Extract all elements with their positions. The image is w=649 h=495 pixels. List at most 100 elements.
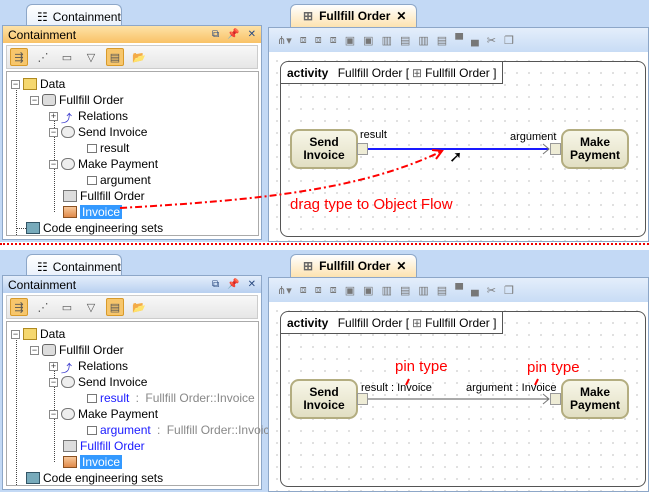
open-folder-icon[interactable]: 📂 [130,48,148,66]
layout-icon[interactable]: ⋔▾ [277,284,292,297]
layout-icon[interactable]: ⋔▾ [277,34,292,47]
pin-label-argument: argument : Invoice [466,382,557,394]
tree-item-code-engineering-sets[interactable]: Code engineering sets [26,220,163,236]
action-make-payment[interactable]: Make Payment [561,379,629,419]
tree-item-fullfill-order-diagram[interactable]: Fullfill Order [63,438,145,454]
tree-item-fullfill-order-diagram[interactable]: Fullfill Order [63,188,145,204]
pin-icon[interactable]: 📌 [227,29,239,40]
tree-item-data[interactable]: − Data [11,326,65,342]
tree-item-code-engineering-sets[interactable]: Code engineering sets [26,470,163,486]
tree-item-data[interactable]: − Data [11,76,65,92]
close-icon[interactable]: ✕ [248,29,256,40]
tree-item-send-invoice[interactable]: − Send Invoice [49,124,147,140]
drag-cursor-icon: ➚ [449,149,463,166]
diagram-canvas[interactable]: activity Fullfill Order [⊞ Fullfill Order… [271,305,648,491]
align-icon[interactable]: ▥ [418,34,428,47]
expand-tree-icon[interactable]: ⇶ [10,298,28,316]
align-icon[interactable]: ⧈ [300,34,307,47]
tree-item-result[interactable]: result [87,140,129,156]
align-icon[interactable]: ▣ [345,34,355,47]
align-icon[interactable]: ⧈ [330,284,337,297]
align-icon[interactable]: ▥ [382,34,392,47]
output-pin-result[interactable] [357,393,368,405]
copy-icon[interactable]: ❐ [504,34,514,47]
tree-item-make-payment[interactable]: − Make Payment [49,156,158,172]
show-auxiliary-icon[interactable]: ▤ [106,298,124,316]
tree-item-invoice[interactable]: Invoice [63,454,123,470]
pin-icon[interactable]: 📌 [227,279,239,290]
tree-item-relations[interactable]: + ⤴ Relations [49,108,128,125]
tree-item-fullfill-order[interactable]: − Fullfill Order [30,92,124,108]
diagram-canvas[interactable]: activity Fullfill Order [⊞ Fullfill Order… [271,55,648,241]
tab-containment[interactable]: ☷ Containment [26,4,122,26]
close-tab-icon[interactable]: ✕ [396,259,406,273]
float-icon[interactable]: ⧉ [212,29,219,40]
open-folder-icon[interactable]: 📂 [130,298,148,316]
tree-item-result[interactable]: result : Fullfill Order::Invoice [87,390,255,406]
tree-item-fullfill-order[interactable]: − Fullfill Order [30,342,124,358]
align-icon[interactable]: ▤ [400,34,410,47]
class-icon [63,206,77,218]
relation-icon: ⤴ [61,113,72,125]
tree-item-send-invoice[interactable]: − Send Invoice [49,374,147,390]
align-icon[interactable]: ▤ [400,284,410,297]
tree-item-relations[interactable]: + ⤴ Relations [49,358,128,375]
tree-item-argument[interactable]: argument [87,172,151,188]
diagram-toolbar: ⋔▾ ⧈ ⧈ ⧈ ▣ ▣ ▥ ▤ ▥ ▤ ▀ ▄ ✂ ❐ [269,28,648,52]
close-icon[interactable]: ✕ [248,279,256,290]
float-icon[interactable]: ⧉ [212,279,219,290]
align-icon[interactable]: ▄ [471,34,479,46]
align-icon[interactable]: ▣ [363,284,373,297]
tab-containment[interactable]: ☷ Containment [26,254,122,276]
collapse-icon[interactable]: ⋰ [34,48,52,66]
align-icon[interactable]: ▥ [418,284,428,297]
tree-item-make-payment[interactable]: − Make Payment [49,406,158,422]
align-icon[interactable]: ⧈ [300,284,307,297]
close-tab-icon[interactable]: ✕ [396,9,406,23]
filter-icon[interactable]: ▽ [82,298,100,316]
align-icon[interactable]: ▣ [345,284,355,297]
panel-header: Containment ⧉ 📌 ✕ [3,26,261,43]
align-icon[interactable]: ⧈ [315,34,322,47]
input-pin-argument[interactable] [550,143,561,155]
input-pin-argument[interactable] [550,393,561,405]
package-icon[interactable]: ▭ [58,298,76,316]
activity-icon [42,94,56,106]
package-icon[interactable]: ▭ [58,48,76,66]
containment-tree: − Data − Fullfill Order + ⤴ Relations − Send … [6,71,259,236]
tab-fullfill-order[interactable]: ⊞ Fullfill Order ✕ [290,254,417,277]
containment-icon: ☷ [37,260,48,274]
separator [0,243,649,245]
tab-fullfill-order[interactable]: ⊞ Fullfill Order ✕ [290,4,417,27]
diagram-icon: ⊞ [303,9,314,23]
pin-label-result: result : Invoice [361,382,432,394]
before-state: ☷ Containment Containment ⧉ 📌 ✕ ⇶ ⋰ ▭ ▽ ▤ 📂 − Data… [0,0,649,242]
align-icon[interactable]: ▄ [471,284,479,296]
align-icon[interactable]: ▀ [455,34,463,46]
copy-icon[interactable]: ❐ [504,284,514,297]
align-icon[interactable]: ▥ [382,284,392,297]
output-pin-icon [87,393,97,403]
package-icon [23,328,37,340]
align-icon[interactable]: ▀ [455,284,463,296]
action-send-invoice[interactable]: Send Invoice [290,129,358,169]
align-icon[interactable]: ▣ [363,34,373,47]
collapse-icon[interactable]: ⋰ [34,298,52,316]
cut-icon[interactable]: ✂ [487,284,496,297]
align-icon[interactable]: ⧈ [315,284,322,297]
filter-icon[interactable]: ▽ [82,48,100,66]
output-pin-result[interactable] [357,143,368,155]
tree-item-argument[interactable]: argument : Fullfill Order::Invoice [87,422,276,438]
tree-toolbar: ⇶ ⋰ ▭ ▽ ▤ 📂 [6,295,258,319]
tree-item-invoice[interactable]: Invoice [63,204,123,220]
align-icon[interactable]: ▤ [437,284,447,297]
expand-tree-icon[interactable]: ⇶ [10,48,28,66]
action-send-invoice[interactable]: Send Invoice [290,379,358,419]
action-make-payment[interactable]: Make Payment [561,129,629,169]
show-auxiliary-icon[interactable]: ▤ [106,48,124,66]
align-icon[interactable]: ▤ [437,34,447,47]
align-icon[interactable]: ⧈ [330,34,337,47]
pin-label-argument: argument [510,131,557,143]
drag-annotation: drag type to Object Flow [290,196,453,213]
cut-icon[interactable]: ✂ [487,34,496,47]
